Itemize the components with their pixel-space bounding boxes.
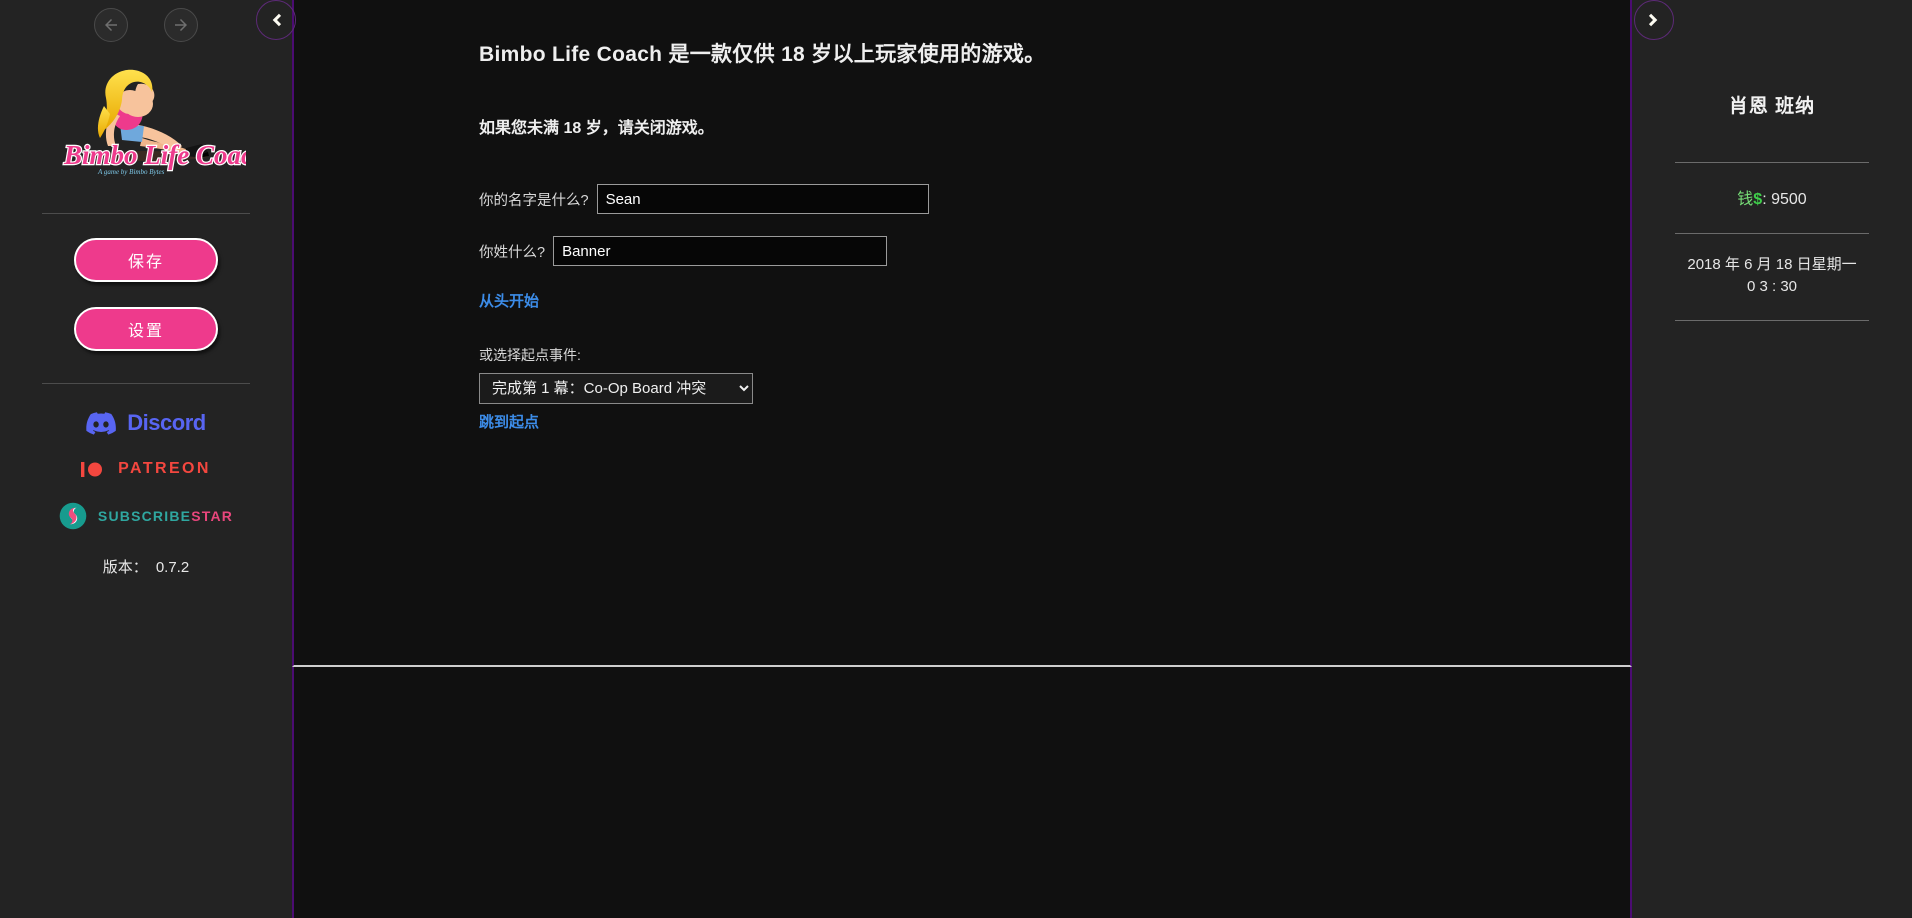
start-from-beginning-link[interactable]: 从头开始 [479,290,539,311]
settings-button[interactable]: 设置 [74,307,218,351]
collapse-left-panel-button[interactable] [256,0,296,40]
start-from-beginning-link-wrap: 从头开始 [479,290,1630,311]
money-row: 钱$: 9500 [1737,185,1806,209]
last-name-input[interactable] [553,236,888,266]
money-value: 9500 [1771,191,1807,208]
game-date-line2: 0 3 : 30 [1746,277,1798,295]
first-name-row: 你的名字是什么? [479,184,1630,214]
jump-to-start-link[interactable]: 跳到起点 [479,411,539,432]
scene-area: Bimbo Life Coach 是一款仅供 18 岁以上玩家使用的游戏。 如果… [292,0,1632,667]
left-sidebar: Bimbo Life Coach Bimbo Life Coach A game… [0,0,296,918]
game-date: 2018 年 6 月 18 日星期一 0 3 : 30 [1672,254,1872,298]
arrow-left-icon [105,18,117,31]
subscribestar-icon [59,502,87,530]
first-name-input[interactable] [596,184,929,214]
last-name-label: 你姓什么? [479,244,546,261]
expand-right-panel-button[interactable] [1634,0,1674,40]
patreon-link[interactable]: PATREON [81,460,211,478]
subscribestar-link[interactable]: SUBSCRIBESTAR [59,502,233,530]
select-start-event-label: 或选择起点事件: [479,347,581,363]
intro-form: Bimbo Life Coach 是一款仅供 18 岁以上玩家使用的游戏。 如果… [294,0,1630,432]
nav-back-button[interactable] [94,7,128,42]
chevron-right-icon [1648,13,1658,27]
right-divider-3 [1675,319,1869,321]
game-date-line1: 2018 年 6 月 18 日星期一 [1687,256,1857,273]
right-panel-header [1632,0,1912,46]
character-name: 肖恩 班纳 [1728,96,1816,117]
money-separator: : [1762,191,1767,208]
app-root: Bimbo Life Coach Bimbo Life Coach A game… [0,0,1912,918]
arrow-right-icon [175,18,187,31]
main-panel: Bimbo Life Coach 是一款仅供 18 岁以上玩家使用的游戏。 如果… [292,0,1632,918]
discord-icon [86,411,117,435]
last-name-row: 你姓什么? [479,236,1630,266]
scene-lower-area [292,667,1632,918]
version-label: 版本： [102,560,148,576]
sidebar-actions: 保存 设置 [0,214,292,353]
bimbo-life-coach-logo-icon: Bimbo Life Coach Bimbo Life Coach A game… [62,69,246,176]
subscribestar-label-part1: SUBSCRIBE [97,508,192,524]
right-divider-2 [1675,233,1869,234]
patreon-icon [81,461,103,477]
start-event-select[interactable]: 完成第 1 幕：Co-Op Board 冲突 [479,373,753,404]
money-label: 钱 [1737,191,1754,208]
first-name-label: 你的名字是什么? [479,192,589,209]
right-sidebar: 肖恩 班纳 钱$: 9500 2018 年 6 月 18 日星期一 0 3 : … [1632,0,1912,918]
history-nav [0,0,292,46]
age-warning-headline: Bimbo Life Coach 是一款仅供 18 岁以上玩家使用的游戏。 [479,43,1046,66]
patreon-label: PATREON [118,460,211,477]
version-value: 0.7.2 [155,559,190,576]
svg-text:Bimbo Life Coach: Bimbo Life Coach [63,140,246,170]
game-logo: Bimbo Life Coach Bimbo Life Coach A game… [0,46,292,181]
save-button[interactable]: 保存 [74,238,218,282]
jump-to-start-link-wrap: 跳到起点 [479,411,1630,432]
money-symbol: $ [1753,191,1763,208]
discord-label: Discord [127,410,206,435]
subscribestar-label: SUBSCRIBESTAR [98,508,233,524]
chevron-left-icon [272,13,282,27]
version-row: 版本： 0.7.2 [103,556,189,577]
social-links: Discord PATREON SUBSCRIBESTAR [0,384,292,530]
nav-forward-button[interactable] [164,7,198,42]
subscribestar-label-part2: STAR [191,508,234,524]
svg-text:A game by Bimbo Bytes: A game by Bimbo Bytes [97,168,165,176]
age-warning-subline: 如果您未满 18 岁，请关闭游戏。 [479,120,714,137]
right-divider-1 [1675,162,1869,163]
discord-link[interactable]: Discord [86,410,206,436]
